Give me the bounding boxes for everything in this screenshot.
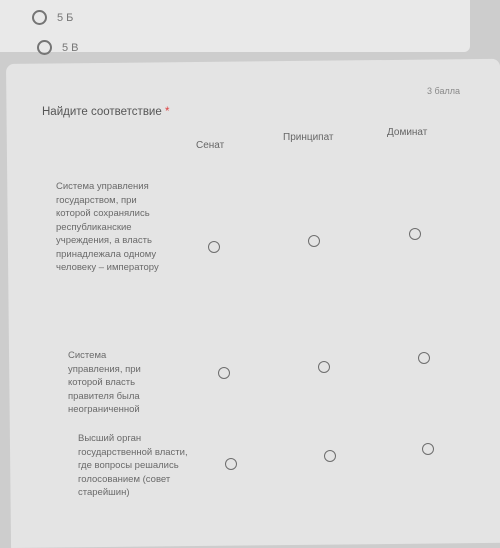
- option-label: 5 В: [62, 41, 79, 54]
- radio-row2-dominat[interactable]: [418, 352, 430, 364]
- option-5v[interactable]: 5 В: [37, 40, 79, 55]
- row-label-1: Система управления государством, при кот…: [56, 181, 159, 273]
- points-label: 3 балла: [427, 86, 460, 96]
- radio-row2-principat[interactable]: [318, 361, 330, 373]
- radio-row1-dominat[interactable]: [409, 228, 421, 240]
- radio-icon[interactable]: [37, 40, 52, 55]
- radio-row1-senat[interactable]: [208, 241, 220, 253]
- radio-row3-senat[interactable]: [225, 458, 237, 470]
- row-label-3: Высший орган государственной власти, где…: [78, 433, 188, 498]
- radio-row1-principat[interactable]: [308, 235, 320, 247]
- option-5b[interactable]: 5 Б: [32, 10, 73, 25]
- option-label: 5 Б: [57, 11, 74, 24]
- radio-icon[interactable]: [32, 10, 47, 25]
- radio-row3-dominat[interactable]: [422, 443, 434, 455]
- radio-row3-principat[interactable]: [324, 450, 336, 462]
- column-header-dominat: Доминат: [387, 127, 428, 138]
- radio-row2-senat[interactable]: [218, 367, 230, 379]
- question-text: Найдите соответствие: [42, 106, 162, 118]
- required-mark: *: [164, 106, 170, 118]
- column-header-senat: Сенат: [196, 140, 225, 151]
- column-header-principat: Принципат: [283, 132, 334, 143]
- row-label-2: Система управления, при которой власть п…: [68, 350, 141, 415]
- question-title: Найдите соответствие *: [42, 106, 169, 118]
